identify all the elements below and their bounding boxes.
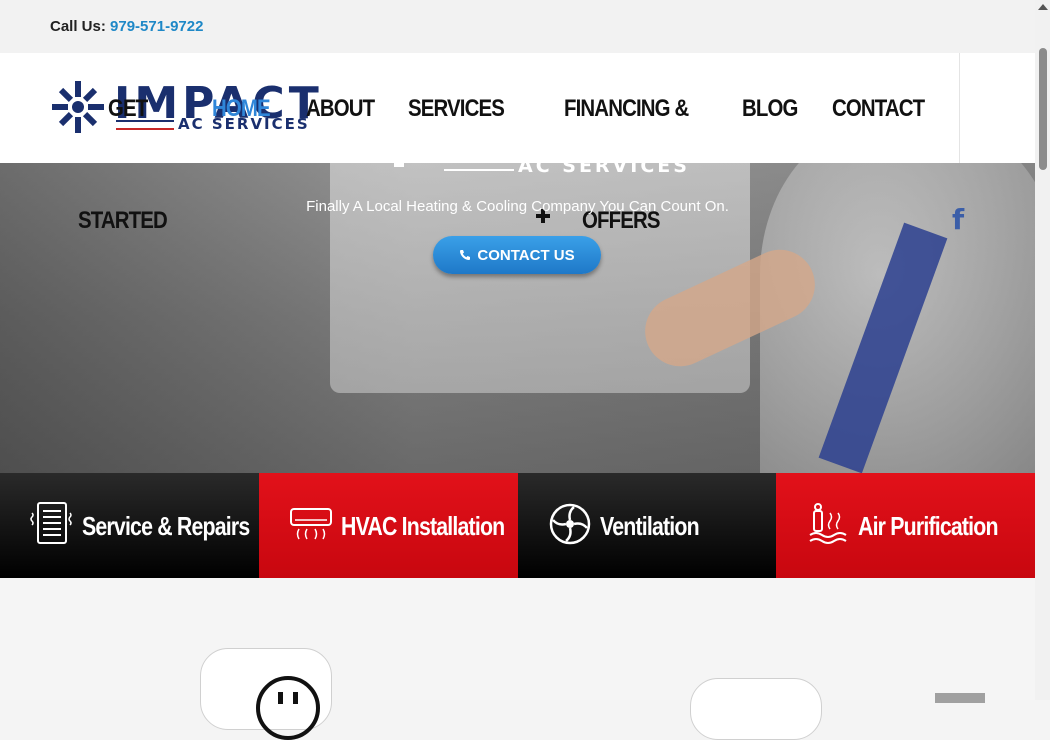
outlet-icon — [256, 676, 320, 740]
site-logo[interactable]: IMPACT AC SERVICES — [50, 80, 319, 136]
service-label: Air Purification — [858, 511, 999, 541]
nav-get-started[interactable]: GET — [108, 95, 148, 123]
service-label: Ventilation — [600, 511, 700, 541]
hero-tagline: Finally A Local Heating & Cooling Compan… — [306, 198, 729, 215]
header-divider — [959, 53, 960, 163]
top-bar: Call Us: 979-571-9722 — [0, 0, 1035, 53]
feature-card[interactable] — [200, 648, 332, 740]
contact-us-label: CONTACT US — [477, 246, 575, 264]
service-label: Service & Repairs — [82, 511, 250, 541]
services-strip: Service & Repairs HVAC Installation Vent… — [0, 473, 1035, 578]
service-tile-hvac-installation[interactable]: HVAC Installation — [259, 473, 518, 578]
service-tile-ventilation[interactable]: Ventilation — [518, 473, 776, 578]
phone-icon — [460, 250, 471, 260]
scrollbar-thumb[interactable] — [1039, 48, 1047, 170]
site-header: IMPACT AC SERVICES GET HOME ABOUT SERVIC… — [0, 53, 1035, 164]
logo-snowflake-icon — [52, 81, 104, 133]
nav-blog[interactable]: BLOG — [742, 95, 798, 123]
ac-unit-icon — [290, 508, 332, 540]
fan-icon — [549, 503, 591, 545]
hero-logo-mark-icon — [394, 163, 404, 167]
service-tile-repairs[interactable]: Service & Repairs — [0, 473, 259, 578]
hero-logo-stripes — [444, 163, 514, 171]
back-to-top-button[interactable] — [935, 693, 985, 703]
lower-section — [0, 578, 1035, 740]
contact-us-button[interactable]: CONTACT US — [433, 236, 601, 274]
hero-banner: AC SERVICES STARTED OFFERS Finally A Loc… — [0, 163, 1035, 473]
service-tile-air-purification[interactable]: Air Purification — [776, 473, 1035, 578]
phone-link[interactable]: 979-571-9722 — [110, 18, 203, 35]
service-label: HVAC Installation — [341, 511, 505, 541]
call-us: Call Us: 979-571-9722 — [50, 18, 203, 35]
call-us-label: Call Us: — [50, 18, 106, 35]
facebook-icon[interactable]: f — [952, 203, 964, 236]
nav-about[interactable]: ABOUT — [306, 95, 375, 123]
scrollbar[interactable] — [1035, 0, 1050, 700]
nav-contact[interactable]: CONTACT — [832, 95, 925, 123]
nav-home[interactable]: HOME — [212, 95, 271, 123]
feature-card[interactable] — [690, 678, 822, 740]
air-purifier-icon — [809, 503, 847, 544]
hero-logo-subtitle: AC SERVICES — [518, 163, 690, 177]
scroll-up-arrow-icon[interactable] — [1038, 4, 1048, 10]
furnace-icon — [30, 502, 72, 544]
nav-services[interactable]: SERVICES — [408, 95, 505, 123]
nav-financing-offers[interactable]: FINANCING & — [564, 95, 689, 123]
